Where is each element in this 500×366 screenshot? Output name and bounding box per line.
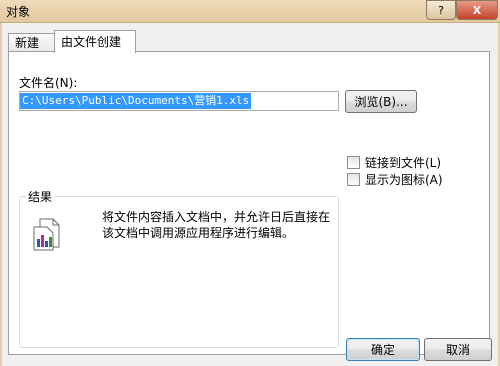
window-title: 对象 xyxy=(6,5,31,19)
result-description: 将文件内容插入文档中，并允许日后直接在该文档中调用源应用程序进行编辑。 xyxy=(102,210,331,240)
embedded-document-icon xyxy=(32,217,62,251)
filename-field[interactable]: C:\Users\Public\Documents\营销1.xls xyxy=(19,91,339,111)
ok-button[interactable]: 确定 xyxy=(346,338,420,361)
cancel-button[interactable]: 取消 xyxy=(424,338,492,361)
result-group: 结果 将文件内容插入文档中，并允许日后直接在该文档中调用源应用程序进行编辑。 xyxy=(19,188,339,348)
display-as-icon-label[interactable]: 显示为图标(A) xyxy=(365,171,443,188)
tab-create-from-file[interactable]: 由文件创建 xyxy=(54,30,136,53)
tab-panel-create-from-file: 文件名(N): C:\Users\Public\Documents\营销1.xl… xyxy=(8,51,490,355)
link-to-file-label[interactable]: 链接到文件(L) xyxy=(365,154,441,171)
title-bar: 对象 ? X xyxy=(0,0,500,23)
help-button[interactable]: ? xyxy=(426,0,456,20)
dialog-client-area: 新建 由文件创建 文件名(N): C:\Users\Public\Documen… xyxy=(2,23,498,366)
link-to-file-checkbox[interactable] xyxy=(347,156,360,169)
close-button[interactable]: X xyxy=(456,0,498,20)
display-as-icon-checkbox[interactable] xyxy=(347,173,360,186)
filename-label: 文件名(N): xyxy=(19,76,78,90)
filename-value: C:\Users\Public\Documents\营销1.xls xyxy=(20,93,252,109)
result-title: 结果 xyxy=(26,188,55,205)
browse-button[interactable]: 浏览(B)... xyxy=(345,90,417,113)
tab-new[interactable]: 新建 xyxy=(8,33,56,52)
